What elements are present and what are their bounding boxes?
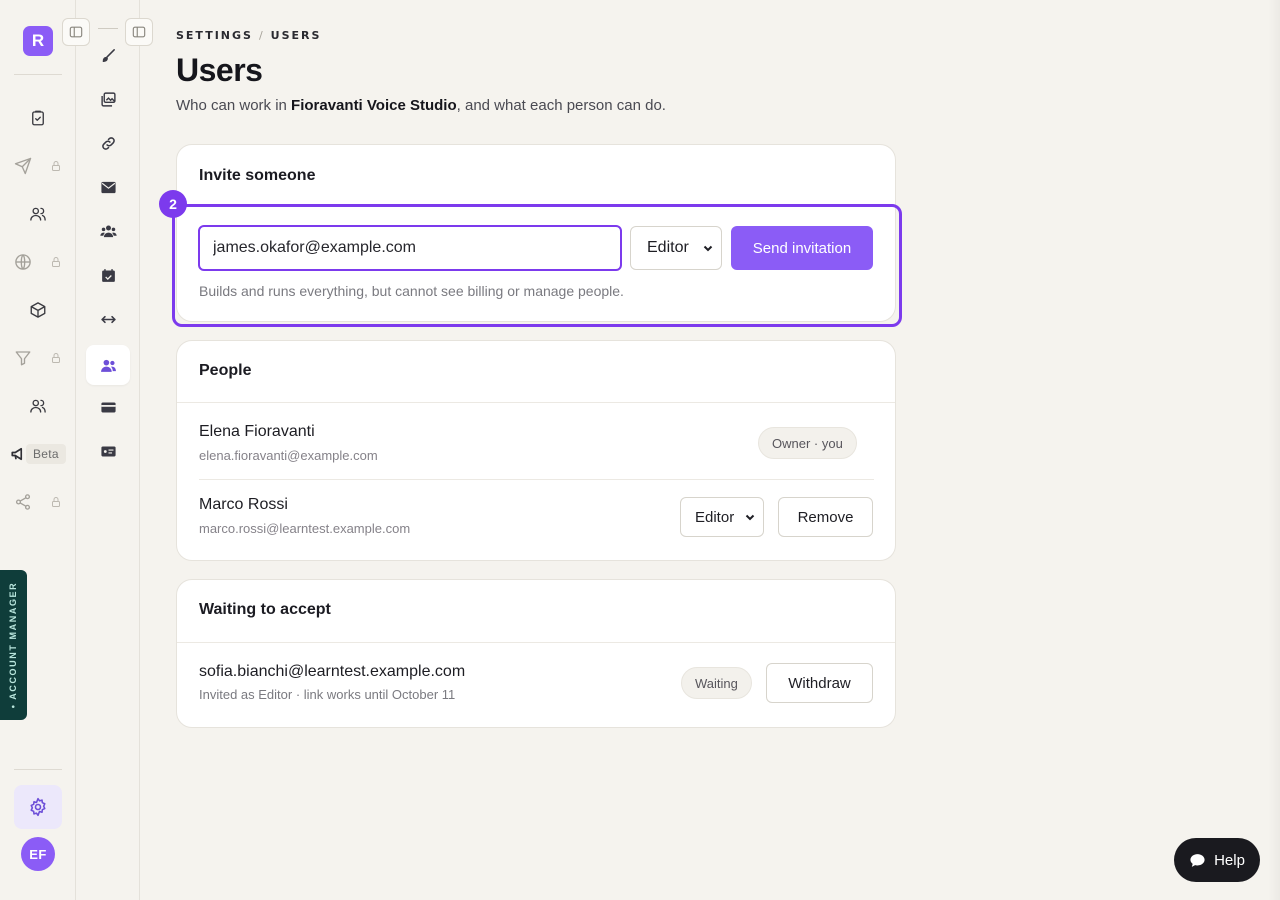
member-role-value: Editor <box>695 508 735 526</box>
subnav-item-team[interactable] <box>86 211 130 251</box>
chevron-down-icon <box>745 514 755 521</box>
help-button[interactable]: Help <box>1174 838 1260 882</box>
remove-member-button[interactable]: Remove <box>778 497 873 537</box>
beta-badge: Beta <box>26 444 66 464</box>
help-label: Help <box>1214 851 1245 869</box>
rail-item-clipboard[interactable] <box>0 98 76 138</box>
lock-icon <box>50 496 62 508</box>
subnav-item-billing[interactable] <box>86 387 130 427</box>
waiting-title: Waiting to accept <box>199 601 331 618</box>
rail-item-team[interactable] <box>0 386 76 426</box>
step-badge: 2 <box>159 190 187 218</box>
breadcrumb-users: USERS <box>270 29 322 42</box>
rail-item-globe[interactable] <box>0 242 76 282</box>
rail-item-campaigns[interactable]: Beta <box>0 434 76 474</box>
subnav-item-users[interactable] <box>86 345 130 385</box>
link-icon <box>101 136 115 150</box>
rail-item-filter[interactable] <box>0 338 76 378</box>
arrows-horizontal-icon <box>100 315 116 323</box>
chevron-down-icon <box>703 245 713 252</box>
people-card: People Elena Fioravanti elena.fioravanti… <box>176 340 896 561</box>
rail-item-send[interactable] <box>0 146 76 186</box>
gear-icon <box>30 797 46 817</box>
owner-badge: Owner · you <box>758 427 857 459</box>
credit-card-icon <box>100 402 116 412</box>
role-hint: Builds and runs everything, but cannot s… <box>199 283 624 299</box>
lock-icon <box>50 160 62 172</box>
send-icon <box>14 157 32 175</box>
subnav-divider <box>98 28 118 29</box>
member-email: elena.fioravanti@example.com <box>199 448 378 463</box>
lock-icon <box>50 256 62 268</box>
page-title: Users <box>176 52 263 88</box>
breadcrumb-settings[interactable]: SETTINGS <box>176 29 253 42</box>
settings-button[interactable] <box>14 785 62 829</box>
team-icon <box>29 397 47 415</box>
workspace-logo[interactable]: R <box>23 26 53 56</box>
package-icon <box>29 301 47 319</box>
edge-shadow <box>1268 0 1280 900</box>
brush-icon <box>102 48 115 62</box>
member-role-select[interactable]: Editor <box>680 497 764 537</box>
status-badge: Waiting <box>681 667 752 699</box>
subnav-item-branding[interactable] <box>86 35 130 75</box>
chat-bubble-icon <box>1190 853 1205 867</box>
primary-rail: R Beta • ACCOUNT MANAGER EF <box>0 0 76 900</box>
breadcrumb: SETTINGS / USERS <box>176 29 322 42</box>
member-name: Marco Rossi <box>199 496 288 513</box>
team-icon <box>99 224 117 237</box>
rail-item-users[interactable] <box>0 194 76 234</box>
workspace-name: Fioravanti Voice Studio <box>291 97 457 114</box>
lock-icon <box>50 352 62 364</box>
invite-role-select[interactable]: Editor <box>630 226 722 270</box>
globe-icon <box>14 253 32 271</box>
withdraw-invitation-button[interactable]: Withdraw <box>766 663 873 703</box>
member-email: marco.rossi@learntest.example.com <box>199 521 411 536</box>
card-divider <box>177 642 895 643</box>
people-title: People <box>199 362 252 379</box>
clipboard-check-icon <box>29 109 47 127</box>
invite-title: Invite someone <box>199 167 316 184</box>
account-manager-tab[interactable]: • ACCOUNT MANAGER <box>0 570 27 720</box>
filter-icon <box>14 349 32 367</box>
sidebar-toggle-icon <box>132 26 146 38</box>
rail-divider <box>14 74 62 75</box>
users-icon <box>29 205 47 223</box>
subnav-item-email[interactable] <box>86 167 130 207</box>
waiting-card: Waiting to accept sofia.bianchi@learntes… <box>176 579 896 728</box>
member-name: Elena Fioravanti <box>199 423 315 440</box>
rail-item-package[interactable] <box>0 290 76 330</box>
send-invitation-button[interactable]: Send invitation <box>731 226 873 270</box>
sidebar-toggle-icon <box>69 26 83 38</box>
row-divider <box>199 479 874 480</box>
subnav-item-profile[interactable] <box>86 431 130 471</box>
users-icon <box>100 359 116 372</box>
account-manager-label: • ACCOUNT MANAGER <box>8 581 18 709</box>
rail-item-share[interactable] <box>0 482 76 522</box>
id-card-icon <box>100 446 116 456</box>
card-divider <box>177 402 895 403</box>
subnav-item-media[interactable] <box>86 79 130 119</box>
subnav-item-calendar[interactable] <box>86 255 130 295</box>
subnav-item-links[interactable] <box>86 123 130 163</box>
share-icon <box>14 493 32 511</box>
page-subtitle: Who can work in Fioravanti Voice Studio,… <box>176 97 666 114</box>
mail-icon <box>100 181 116 193</box>
invite-role-value: Editor <box>647 239 689 256</box>
rail-divider <box>14 769 62 770</box>
images-icon <box>100 91 116 107</box>
invite-email-input[interactable] <box>198 225 622 271</box>
invitation-detail: Invited as Editor · link works until Oct… <box>199 687 456 702</box>
invite-card: Invite someone 2 Editor Send invitation … <box>159 144 902 327</box>
calendar-icon <box>101 268 115 282</box>
invitee-email: sofia.bianchi@learntest.example.com <box>199 663 466 680</box>
subnav-item-integrations[interactable] <box>86 299 130 339</box>
user-avatar[interactable]: EF <box>21 837 55 871</box>
settings-nav <box>62 0 153 900</box>
